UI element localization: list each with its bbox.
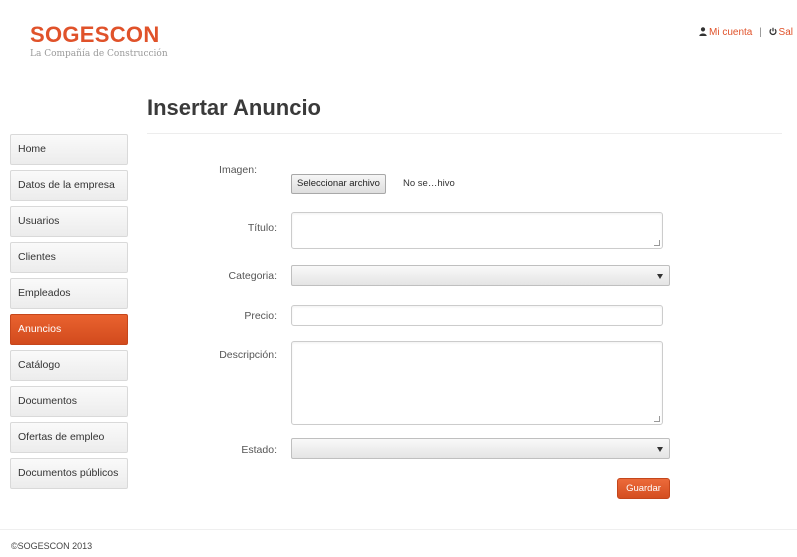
description-label: Descripción:: [219, 349, 277, 361]
sidebar-item-ads[interactable]: Anuncios: [10, 314, 128, 345]
sidebar-item-users[interactable]: Usuarios: [10, 206, 128, 237]
status-select[interactable]: [291, 438, 670, 459]
sidebar-item-job-offers[interactable]: Ofertas de empleo: [10, 422, 128, 453]
image-label: Imagen:: [219, 164, 257, 176]
footer-copyright: ©SOGESCON 2013: [11, 541, 93, 551]
power-icon: [769, 27, 777, 36]
logo[interactable]: SOGESCON La Compañía de Construcción: [30, 22, 168, 59]
logo-tagline: La Compañía de Construcción: [30, 49, 168, 59]
price-input[interactable]: [291, 305, 663, 326]
logout-label: Sal: [778, 27, 793, 38]
sidebar-item-company-data[interactable]: Datos de la empresa: [10, 170, 128, 201]
user-icon: [699, 27, 707, 36]
logo-title: SOGESCON: [30, 22, 160, 47]
category-label: Categoria:: [228, 270, 277, 282]
status-label: Estado:: [241, 444, 277, 456]
sidebar: Home Datos de la empresa Usuarios Client…: [10, 134, 128, 494]
my-account-label: Mi cuenta: [709, 27, 753, 38]
page-title: Insertar Anuncio: [147, 95, 321, 120]
sidebar-item-public-documents[interactable]: Documentos públicos: [10, 458, 128, 489]
save-button[interactable]: Guardar: [617, 478, 670, 499]
sidebar-item-documents[interactable]: Documentos: [10, 386, 128, 417]
top-nav: Mi cuenta | Sal: [699, 27, 793, 38]
footer-divider: [0, 529, 797, 530]
file-status-text: No se…hivo: [403, 178, 455, 189]
choose-file-button[interactable]: Seleccionar archivo: [291, 174, 386, 194]
title-label: Título:: [247, 222, 277, 234]
category-select[interactable]: [291, 265, 670, 286]
title-input[interactable]: [291, 212, 663, 249]
title-divider: [147, 133, 782, 134]
chevron-down-icon: [657, 274, 663, 279]
chevron-down-icon: [657, 447, 663, 452]
sidebar-item-employees[interactable]: Empleados: [10, 278, 128, 309]
nav-separator: |: [759, 27, 762, 38]
my-account-link[interactable]: Mi cuenta: [699, 27, 755, 38]
description-textarea[interactable]: [291, 341, 663, 425]
sidebar-item-home[interactable]: Home: [10, 134, 128, 165]
logout-link[interactable]: Sal: [766, 27, 793, 38]
sidebar-item-clients[interactable]: Clientes: [10, 242, 128, 273]
sidebar-item-catalog[interactable]: Catálogo: [10, 350, 128, 381]
price-label: Precio:: [244, 310, 277, 322]
